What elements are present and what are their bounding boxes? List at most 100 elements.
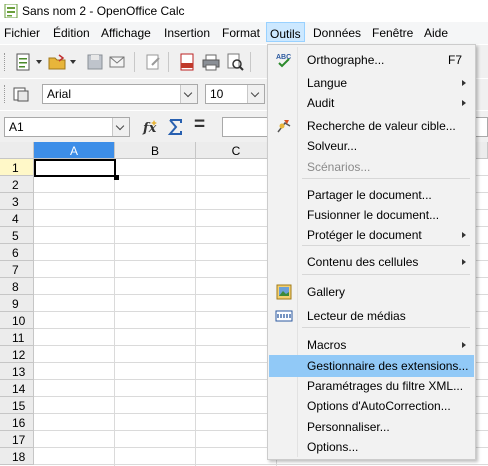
openoffice-calc-icon <box>4 4 18 18</box>
menu-item-label: Scénarios... <box>307 160 371 174</box>
row-header-11[interactable]: 11 <box>0 329 34 346</box>
menu-item-langue[interactable]: Langue <box>269 72 474 94</box>
column-header-a[interactable]: A <box>34 142 115 159</box>
menu-item-partager-le-document[interactable]: Partager le document... <box>269 184 474 206</box>
submenu-arrow-icon <box>462 259 466 265</box>
menu-item-label: Gestionnaire des extensions... <box>307 359 469 373</box>
menu-item-proteger-le-document[interactable]: Protéger le document <box>269 224 474 246</box>
row-header-6[interactable]: 6 <box>0 244 34 261</box>
menu-donnees[interactable]: Données <box>313 26 361 40</box>
menu-fichier[interactable]: Fichier <box>4 26 40 40</box>
window-title: Sans nom 2 - OpenOffice Calc <box>22 4 185 18</box>
row-header-4[interactable]: 4 <box>0 210 34 227</box>
row-header-16[interactable]: 16 <box>0 414 34 431</box>
row-header-10[interactable]: 10 <box>0 312 34 329</box>
menu-item-gallery[interactable]: Gallery <box>269 281 474 303</box>
menu-item-orthographe[interactable]: ABC Orthographe... F7 <box>269 49 474 71</box>
menu-item-label: Options d'AutoCorrection... <box>307 399 451 413</box>
menu-affichage[interactable]: Affichage <box>101 26 151 40</box>
row-header-9[interactable]: 9 <box>0 295 34 312</box>
toolbar-grip[interactable] <box>4 53 8 71</box>
function-wizard-icon[interactable]: fx <box>142 118 160 136</box>
font-name-value: Arial <box>47 87 72 101</box>
menu-item-fusionner-le-document[interactable]: Fusionner le document... <box>269 204 474 226</box>
print-icon[interactable] <box>202 53 220 71</box>
column-header-b[interactable]: B <box>115 142 196 159</box>
fill-handle[interactable] <box>114 175 119 180</box>
name-box-dropdown-button[interactable] <box>112 118 129 136</box>
edit-file-icon[interactable] <box>144 53 162 71</box>
menu-separator <box>302 178 470 179</box>
name-box[interactable]: A1 <box>4 117 130 137</box>
menu-outils[interactable]: Outils <box>266 22 305 42</box>
font-size-value: 10 <box>210 87 224 101</box>
title-bar: Sans nom 2 - OpenOffice Calc <box>0 0 488 22</box>
select-all-corner[interactable] <box>0 142 34 159</box>
menu-item-label: Partager le document... <box>307 188 432 202</box>
menu-item-label: Contenu des cellules <box>307 255 419 269</box>
tools-menu: ABC Orthographe... F7 Langue Audit Recherche … <box>267 44 476 460</box>
menu-item-label: Solveur... <box>307 139 358 153</box>
export-pdf-icon[interactable] <box>178 53 196 71</box>
row-header-15[interactable]: 15 <box>0 397 34 414</box>
menu-item-personnaliser[interactable]: Personnaliser... <box>269 416 474 438</box>
menu-edition[interactable]: Édition <box>53 26 90 40</box>
menu-item-gestionnaire-des-extensions[interactable]: Gestionnaire des extensions... <box>269 355 474 377</box>
save-icon[interactable] <box>86 53 104 71</box>
row-header-12[interactable]: 12 <box>0 346 34 363</box>
column-gridline <box>195 159 196 466</box>
menu-item-macros[interactable]: Macros <box>269 334 474 356</box>
menu-insertion[interactable]: Insertion <box>164 26 210 40</box>
toolbar-grip[interactable] <box>4 85 8 103</box>
menu-item-lecteur-de-medias[interactable]: Lecteur de médias <box>269 305 474 327</box>
row-header-8[interactable]: 8 <box>0 278 34 295</box>
font-size-combobox[interactable]: 10 <box>205 84 265 104</box>
row-header-2[interactable]: 2 <box>0 176 34 193</box>
row-header-17[interactable]: 17 <box>0 431 34 448</box>
menu-item-label: Recherche de valeur cible... <box>307 119 456 133</box>
email-icon[interactable] <box>108 53 126 71</box>
menu-item-label: Personnaliser... <box>307 420 390 434</box>
column-gridline <box>114 159 115 466</box>
spellcheck-icon: ABC <box>275 52 293 68</box>
goal-seek-icon <box>275 118 293 134</box>
row-header-1[interactable]: 1 <box>0 159 34 176</box>
open-dropdown-arrow[interactable] <box>70 60 76 64</box>
row-header-5[interactable]: 5 <box>0 227 34 244</box>
menu-item-solveur[interactable]: Solveur... <box>269 135 474 157</box>
menu-item-label: Audit <box>307 96 335 110</box>
menu-aide[interactable]: Aide <box>424 26 448 40</box>
menu-item-contenu-des-cellules[interactable]: Contenu des cellules <box>269 251 474 273</box>
menu-bar: Fichier Édition Affichage Insertion Form… <box>0 22 488 44</box>
menu-item-options-d-autocorrection[interactable]: Options d'AutoCorrection... <box>269 395 474 417</box>
column-header-c[interactable]: C <box>196 142 277 159</box>
row-header-13[interactable]: 13 <box>0 363 34 380</box>
menu-separator <box>302 274 470 275</box>
sum-icon[interactable] <box>166 118 184 136</box>
open-folder-icon[interactable] <box>48 53 66 71</box>
active-cell-a1[interactable] <box>34 159 116 177</box>
row-header-3[interactable]: 3 <box>0 193 34 210</box>
menu-shortcut: F7 <box>447 53 462 67</box>
media-player-icon <box>275 308 293 324</box>
row-header-18[interactable]: 18 <box>0 448 34 465</box>
new-document-icon[interactable] <box>14 53 32 71</box>
menu-item-label: Macros <box>307 338 347 352</box>
menu-item-options[interactable]: Options... <box>269 436 474 458</box>
function-equals-button[interactable]: = <box>194 114 205 136</box>
menu-item-recherche-de-valeur-cible[interactable]: Recherche de valeur cible... <box>269 115 474 137</box>
new-dropdown-arrow[interactable] <box>36 60 42 64</box>
menu-item-label: Paramétrages du filtre XML... <box>307 379 464 393</box>
submenu-arrow-icon <box>462 80 466 86</box>
font-size-dropdown-button[interactable] <box>247 85 264 103</box>
menu-fenetre[interactable]: Fenêtre <box>372 26 413 40</box>
print-preview-icon[interactable] <box>226 53 244 71</box>
row-header-7[interactable]: 7 <box>0 261 34 278</box>
menu-item-parametrages-du-filtre-xml[interactable]: Paramétrages du filtre XML... <box>269 375 474 397</box>
menu-format[interactable]: Format <box>222 26 260 40</box>
menu-item-audit[interactable]: Audit <box>269 92 474 114</box>
row-header-14[interactable]: 14 <box>0 380 34 397</box>
font-name-dropdown-button[interactable] <box>180 85 197 103</box>
styles-formatting-icon[interactable] <box>12 85 30 103</box>
font-name-combobox[interactable]: Arial <box>42 84 198 104</box>
